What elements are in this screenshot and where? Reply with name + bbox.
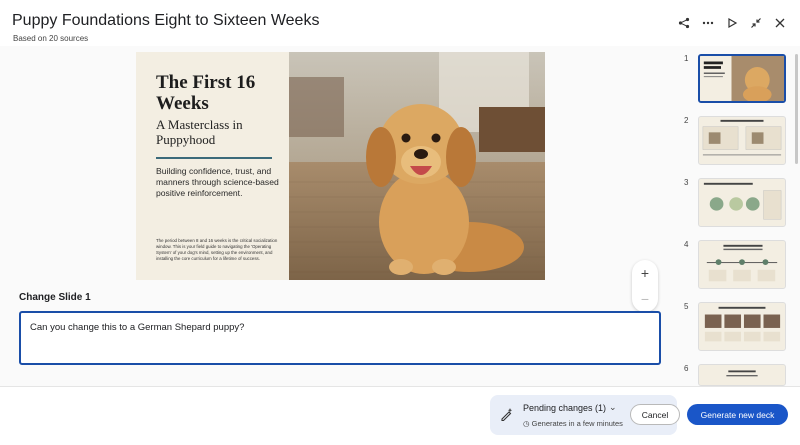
top-actions: [674, 13, 790, 33]
thumbnail-number: 2: [684, 116, 689, 125]
pending-changes-subtitle: ◷ Generates in a few minutes: [523, 419, 623, 428]
slide-text-panel: The First 16 Weeks A Masterclass in Pupp…: [136, 52, 289, 280]
zoom-controls: + −: [632, 260, 658, 312]
pending-eta-text: Generates in a few minutes: [531, 419, 623, 428]
thumbnail-slide-4[interactable]: [698, 240, 786, 289]
thumbnail-slide-1[interactable]: [698, 54, 786, 103]
slide-thumbnails: 1 2 3 4 5 6: [680, 46, 800, 386]
thumbnail-number: 6: [684, 364, 689, 373]
top-bar: Puppy Foundations Eight to Sixteen Weeks…: [0, 0, 800, 46]
thumbnail-number: 5: [684, 302, 689, 311]
thumbnail-number: 1: [684, 54, 689, 63]
thumbnail-slide-2[interactable]: [698, 116, 786, 165]
thumbnail-slide-5[interactable]: [698, 302, 786, 351]
generate-new-deck-button[interactable]: Generate new deck: [687, 404, 788, 425]
clock-icon: ◷: [523, 419, 530, 428]
chevron-down-icon[interactable]: ⌄: [609, 402, 617, 413]
slide-heading: The First 16 Weeks: [156, 72, 256, 114]
play-icon[interactable]: [722, 13, 742, 33]
more-icon[interactable]: [698, 13, 718, 33]
bottom-bar: Pending changes (1) ⌄ ◷ Generates in a f…: [0, 386, 800, 445]
thumbnail-number: 3: [684, 178, 689, 187]
edit-sparkle-icon: [501, 408, 513, 421]
change-prompt-input[interactable]: Can you change this to a German Shepard …: [19, 311, 661, 365]
puppy-photo: [289, 52, 545, 280]
share-icon[interactable]: [674, 13, 694, 33]
slide-body-text: Building confidence, trust, and manners …: [156, 166, 279, 198]
slide-small-text: The period between 8 and 16 weeks is the…: [156, 238, 278, 261]
slide-preview: The First 16 Weeks A Masterclass in Pupp…: [136, 52, 545, 280]
cancel-button[interactable]: Cancel: [630, 404, 680, 425]
slide-divider: [156, 157, 272, 159]
thumbnail-scrollbar[interactable]: [795, 54, 798, 164]
thumbnail-slide-6[interactable]: [698, 364, 786, 386]
change-slide-label: Change Slide 1: [19, 292, 91, 303]
thumbnail-number: 4: [684, 240, 689, 249]
zoom-out-button[interactable]: −: [641, 292, 649, 306]
slide-subheading: A Masterclass in Puppyhood: [156, 117, 243, 147]
close-icon[interactable]: [770, 13, 790, 33]
zoom-in-button[interactable]: +: [641, 266, 649, 280]
deck-subtitle: Based on 20 sources: [13, 34, 89, 43]
collapse-icon[interactable]: [746, 13, 766, 33]
pending-changes-title: Pending changes (1): [523, 403, 607, 413]
thumbnail-slide-3[interactable]: [698, 178, 786, 227]
deck-title: Puppy Foundations Eight to Sixteen Weeks: [12, 12, 320, 29]
